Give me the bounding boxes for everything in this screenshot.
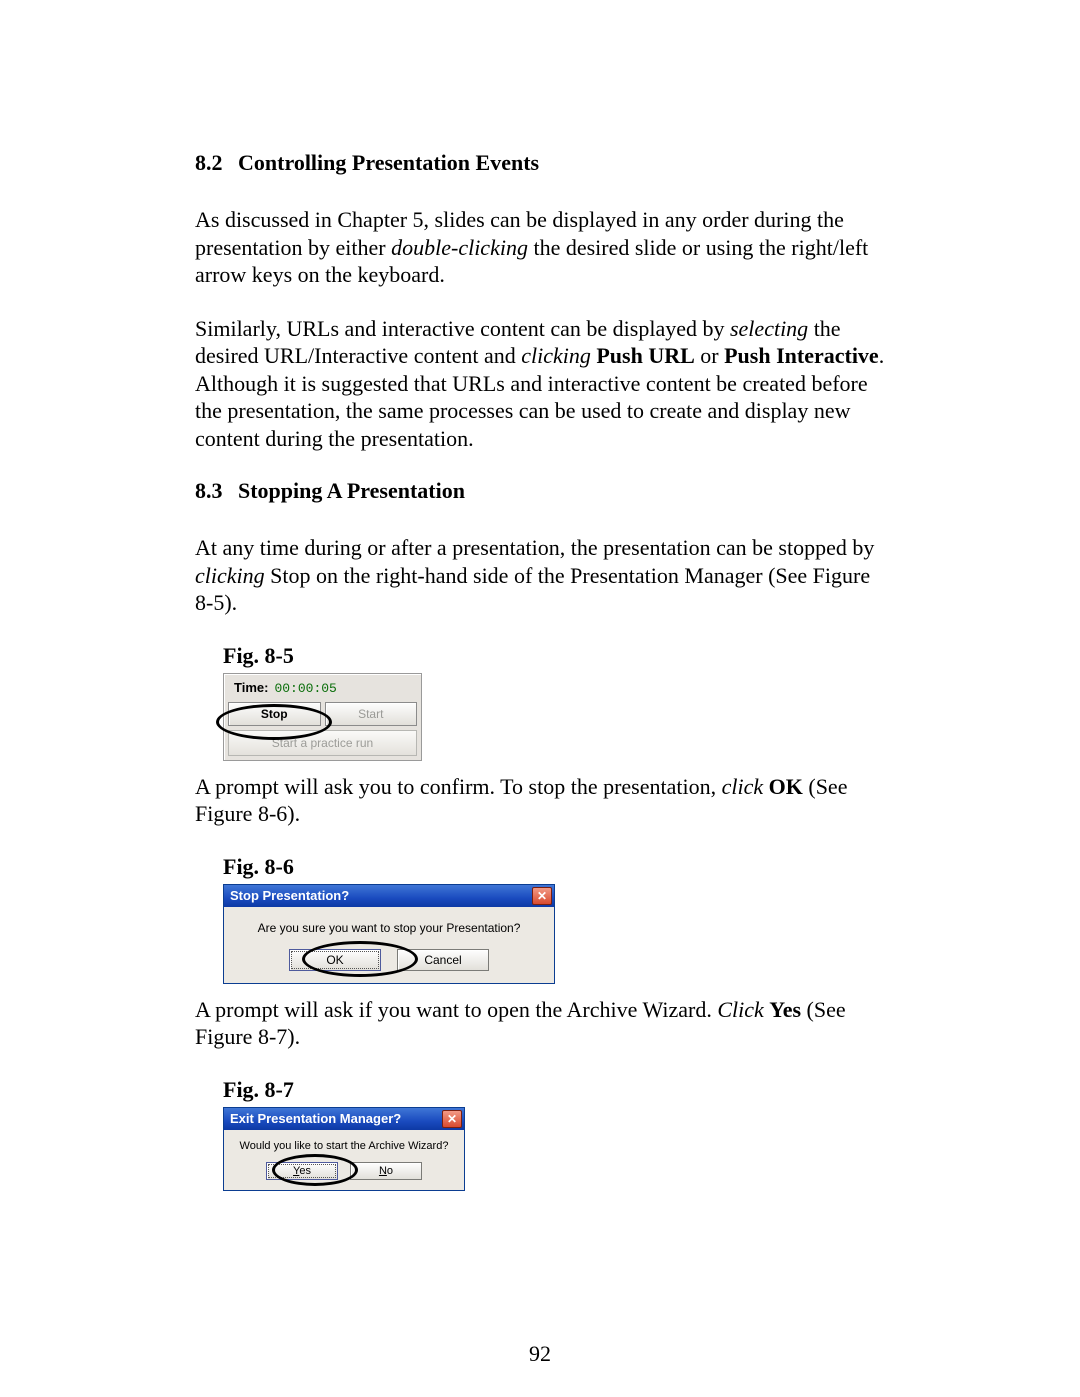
dialog-titlebar: Exit Presentation Manager? ✕ (224, 1108, 464, 1130)
time-value: 00:00:05 (268, 681, 336, 696)
stop-button[interactable]: Stop (228, 702, 321, 726)
text-italic: click (722, 774, 764, 799)
close-icon[interactable]: ✕ (532, 887, 552, 905)
document-page: 8.2 Controlling Presentation Events As d… (0, 0, 1080, 1397)
section-number: 8.2 (195, 150, 223, 176)
text-bold: OK (769, 774, 803, 799)
page-number: 92 (0, 1341, 1080, 1367)
text-bold: Yes (769, 997, 801, 1022)
button-label-rest: o (387, 1165, 393, 1177)
start-button: Start (325, 702, 418, 726)
paragraph: As discussed in Chapter 5, slides can be… (195, 206, 885, 289)
time-label: Time: (234, 680, 268, 695)
section-heading-83: 8.3 Stopping A Presentation (195, 478, 885, 504)
no-button[interactable]: No (350, 1162, 422, 1180)
figure-caption: Fig. 8-6 (223, 854, 885, 880)
time-row: Time:00:00:05 (228, 678, 417, 702)
text-italic: double-clicking (391, 235, 528, 260)
dialog-titlebar: Stop Presentation? ✕ (224, 885, 554, 907)
text-italic: selecting (730, 316, 808, 341)
text-run: Similarly, URLs and interactive content … (195, 316, 730, 341)
mnemonic-underline: N (379, 1165, 387, 1177)
dialog-title: Stop Presentation? (230, 888, 349, 903)
button-row: Stop Start (228, 702, 417, 726)
text-italic: Click (717, 997, 763, 1022)
section-heading-82: 8.2 Controlling Presentation Events (195, 150, 885, 176)
cancel-button[interactable]: Cancel (397, 949, 489, 971)
dialog-buttons: Yes No (234, 1162, 454, 1180)
text-italic: clicking (195, 563, 265, 588)
text-run: A prompt will ask you to confirm. To sto… (195, 774, 722, 799)
section-title: Stopping A Presentation (238, 478, 465, 503)
text-run: Stop on the right-hand side of the Prese… (195, 563, 870, 616)
dialog-body: Are you sure you want to stop your Prese… (224, 907, 554, 983)
dialog-message: Would you like to start the Archive Wiza… (234, 1140, 454, 1152)
text-bold: Push Interactive (724, 343, 879, 368)
text-italic: clicking (521, 343, 591, 368)
section-number: 8.3 (195, 478, 223, 504)
figure-caption: Fig. 8-5 (223, 643, 885, 669)
text-run: At any time during or after a presentati… (195, 535, 874, 560)
yes-button[interactable]: Yes (266, 1162, 338, 1180)
figure-8-6-dialog: Stop Presentation? ✕ Are you sure you wa… (223, 884, 555, 984)
panel-frame: Time:00:00:05 Stop Start Start a practic… (223, 673, 422, 761)
ok-button[interactable]: OK (289, 949, 381, 971)
dialog-body: Would you like to start the Archive Wiza… (224, 1130, 464, 1190)
text-run: or (695, 343, 724, 368)
start-practice-button: Start a practice run (228, 730, 417, 756)
dialog-message: Are you sure you want to stop your Prese… (238, 921, 540, 935)
text-bold: Push URL (596, 343, 694, 368)
paragraph: A prompt will ask you to confirm. To sto… (195, 773, 885, 828)
dialog-buttons: OK Cancel (238, 949, 540, 971)
button-label-rest: es (299, 1165, 311, 1177)
text-run: A prompt will ask if you want to open th… (195, 997, 717, 1022)
dialog-title: Exit Presentation Manager? (230, 1111, 401, 1126)
section-title: Controlling Presentation Events (238, 150, 539, 175)
figure-8-7-dialog: Exit Presentation Manager? ✕ Would you l… (223, 1107, 465, 1191)
paragraph: A prompt will ask if you want to open th… (195, 996, 885, 1051)
paragraph: At any time during or after a presentati… (195, 534, 885, 617)
figure-8-5: Time:00:00:05 Stop Start Start a practic… (223, 673, 422, 761)
figure-caption: Fig. 8-7 (223, 1077, 885, 1103)
close-icon[interactable]: ✕ (442, 1110, 462, 1128)
paragraph: Similarly, URLs and interactive content … (195, 315, 885, 453)
